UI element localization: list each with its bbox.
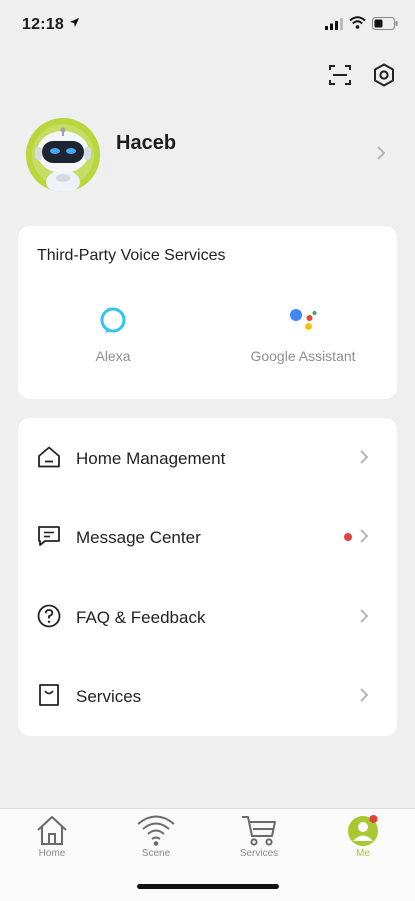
signal-icon: [325, 18, 343, 30]
menu-card: Home Management Message Center FAQ & Fee…: [18, 418, 397, 736]
chevron-right-icon: [377, 146, 386, 160]
home-indicator: [137, 884, 279, 889]
tab-label: Me: [356, 848, 370, 859]
menu-item-label: Home Management: [76, 449, 226, 468]
notification-dot: [344, 533, 352, 541]
menu-item-services[interactable]: Services: [18, 656, 397, 736]
tab-label: Services: [239, 848, 279, 859]
tab-services[interactable]: Services: [224, 813, 294, 859]
user-name: Haceb: [116, 132, 177, 154]
profile-header[interactable]: Haceb: [0, 112, 415, 198]
avatar[interactable]: [26, 118, 100, 192]
settings-gear-icon[interactable]: [371, 62, 397, 88]
alexa-service[interactable]: Alexa: [18, 304, 208, 364]
tab-label: Scene: [141, 848, 171, 859]
status-bar: 12:18: [0, 0, 415, 52]
me-tab-icon: [348, 815, 378, 846]
menu-item-label: Services: [76, 687, 142, 706]
chevron-right-icon: [360, 529, 369, 543]
tab-scene[interactable]: Scene: [121, 813, 191, 859]
voice-services-title: Third-Party Voice Services: [37, 247, 226, 264]
menu-item-label: FAQ & Feedback: [76, 608, 206, 627]
cart-icon: [242, 816, 276, 846]
menu-item-home-management[interactable]: Home Management: [18, 418, 397, 498]
scan-icon[interactable]: [327, 62, 353, 88]
voice-services-card: Third-Party Voice Services Alexa Google …: [18, 226, 397, 399]
battery-icon: [372, 17, 398, 30]
question-icon: [37, 604, 61, 628]
google-assistant-service[interactable]: Google Assistant: [208, 304, 398, 364]
home-tab-icon: [37, 816, 67, 845]
tab-label: Home: [38, 848, 66, 859]
google-assistant-label: Google Assistant: [250, 348, 356, 364]
menu-item-label: Message Center: [76, 528, 201, 547]
chevron-right-icon: [360, 688, 369, 702]
status-time: 12:18: [22, 16, 64, 33]
message-icon: [38, 526, 60, 546]
home-icon: [38, 446, 60, 468]
wifi-icon: [349, 16, 366, 29]
alexa-label: Alexa: [95, 348, 131, 364]
chevron-right-icon: [360, 450, 369, 464]
menu-item-message-center[interactable]: Message Center: [18, 497, 397, 577]
google-assistant-icon: [290, 309, 317, 330]
services-icon: [39, 684, 59, 706]
location-arrow-icon: [69, 17, 80, 28]
tab-me[interactable]: Me: [328, 813, 398, 859]
chevron-right-icon: [360, 609, 369, 623]
alexa-icon: [100, 307, 126, 333]
scene-tab-icon: [137, 815, 175, 846]
robot-avatar-icon: [26, 118, 100, 192]
menu-item-faq-feedback[interactable]: FAQ & Feedback: [18, 577, 397, 657]
tab-home[interactable]: Home: [17, 813, 87, 859]
